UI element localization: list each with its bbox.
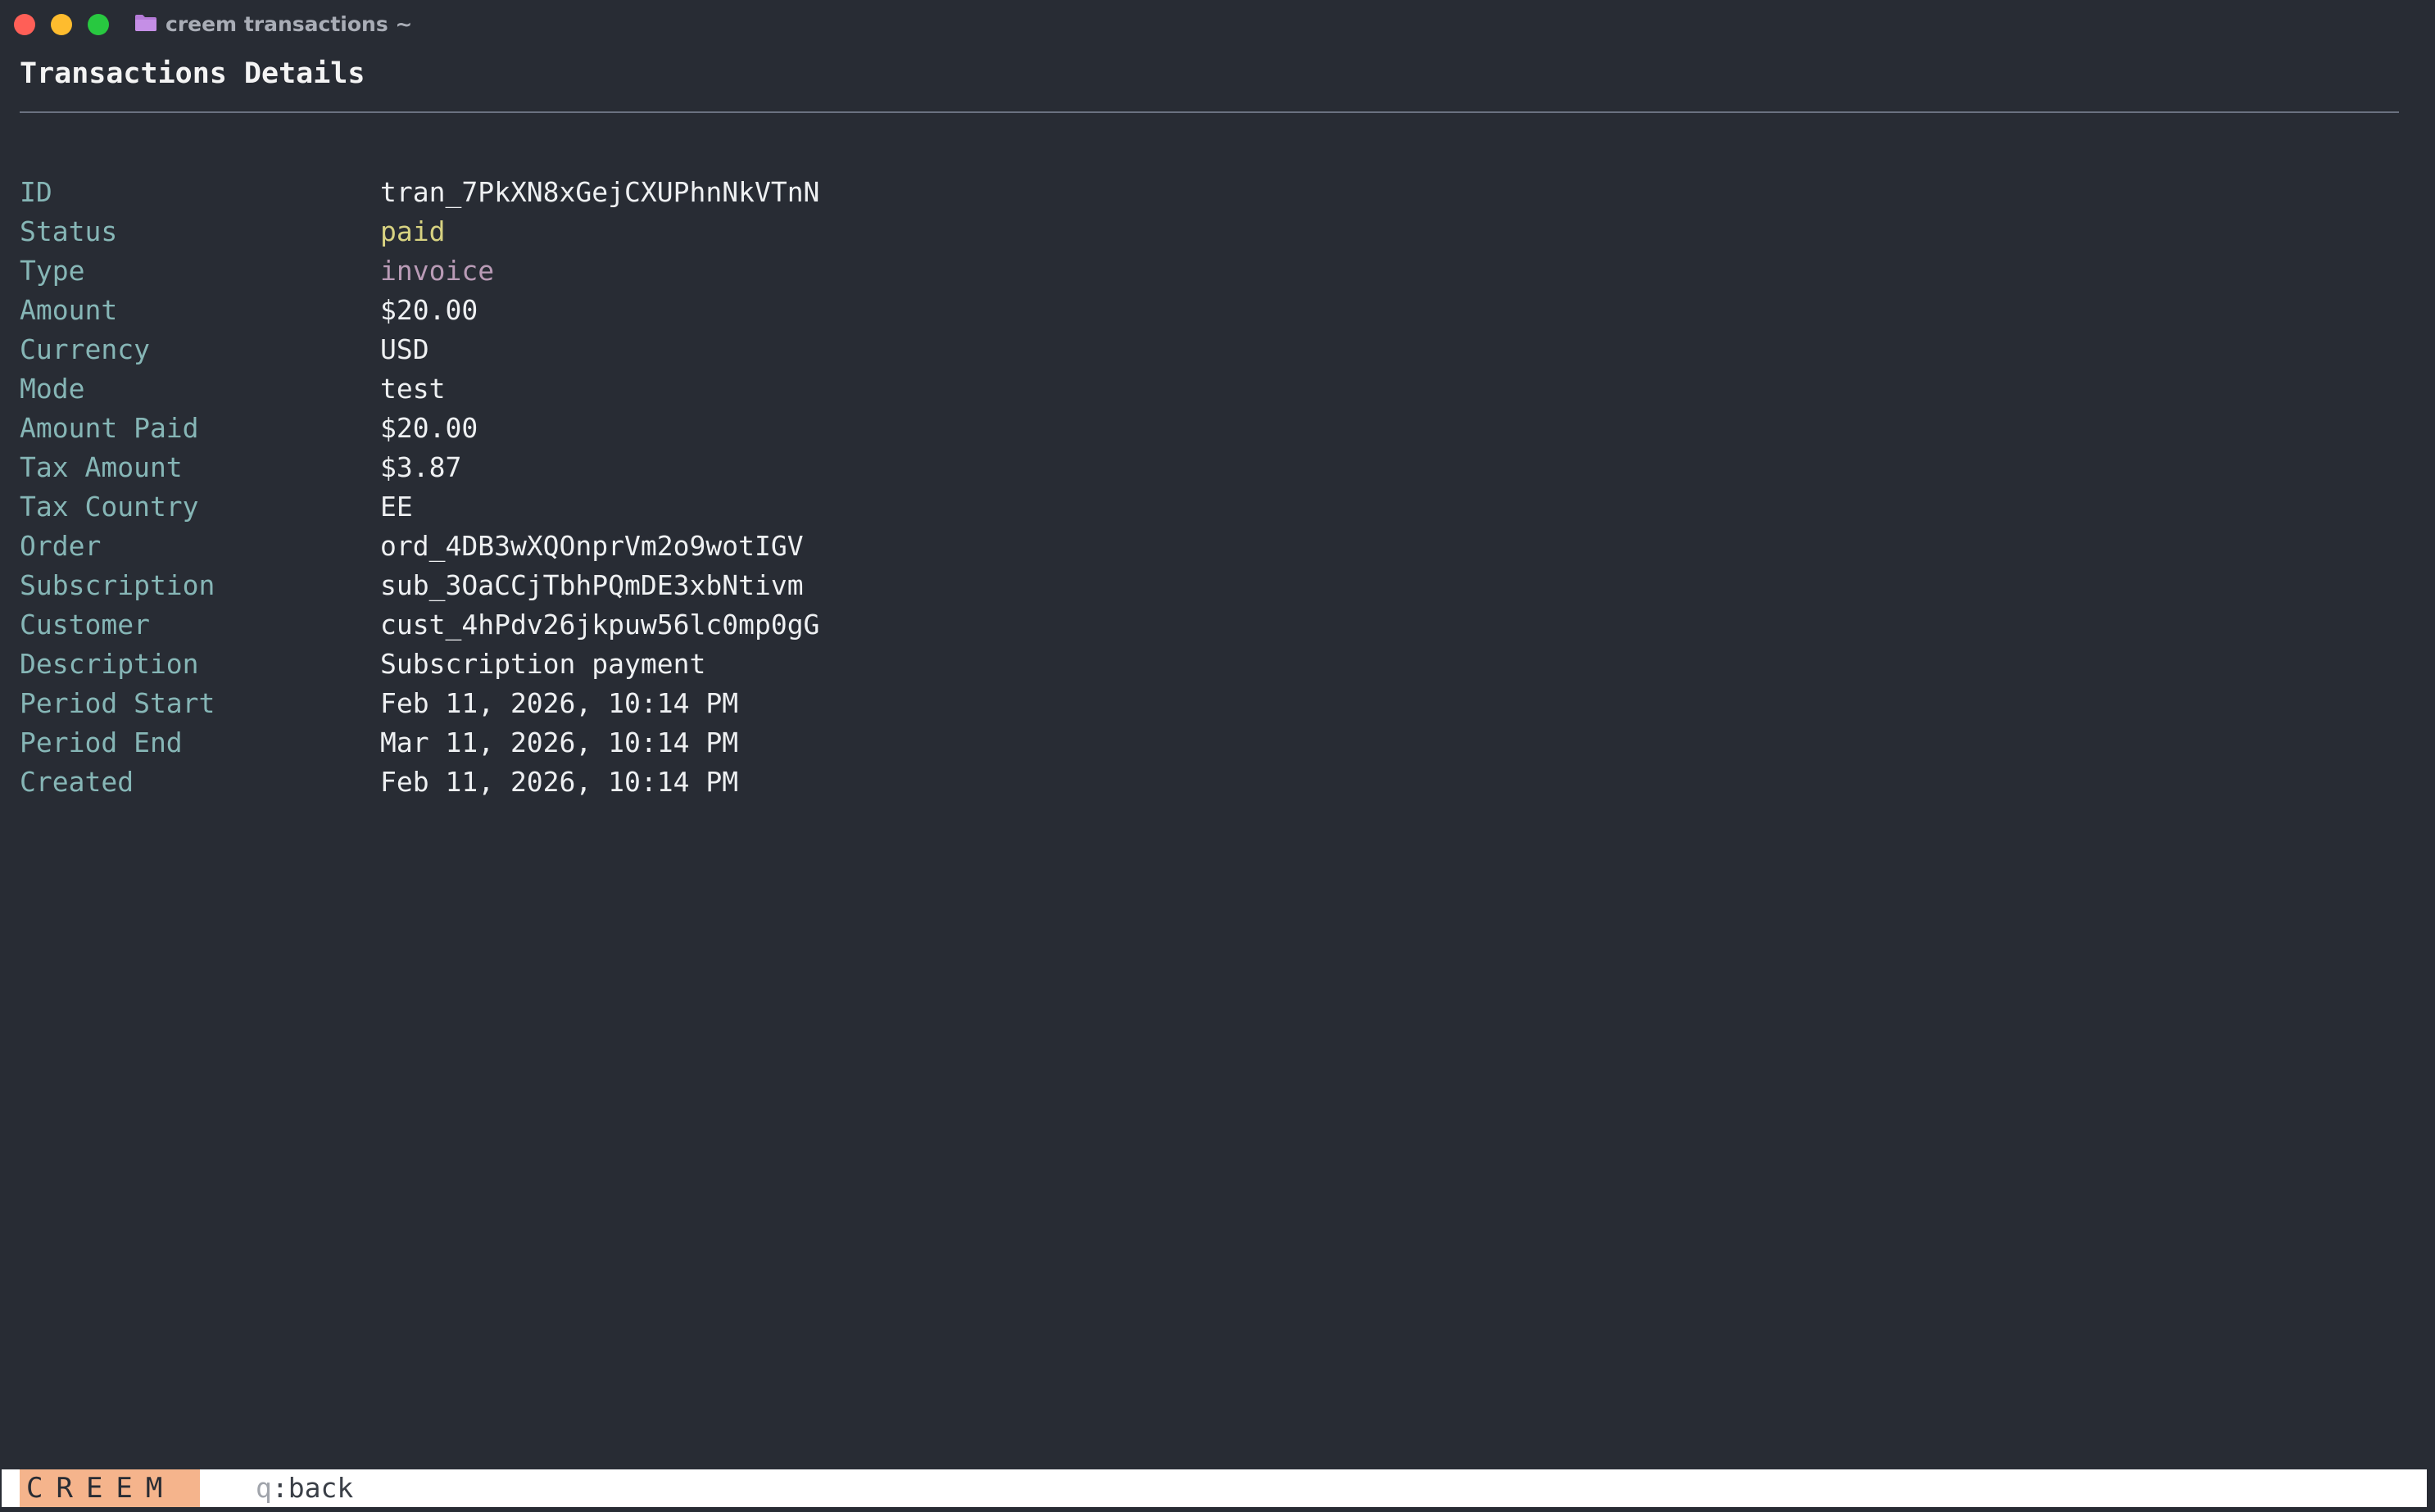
detail-label: Order (20, 529, 102, 562)
detail-value: $20.00 (380, 411, 478, 444)
detail-label: Tax Country (20, 490, 199, 523)
detail-label: Status (20, 215, 118, 247)
back-hint[interactable]: q:back (256, 1469, 353, 1507)
detail-label: ID (20, 175, 52, 208)
detail-value: EE (380, 490, 413, 523)
detail-row-status: Status paid (20, 211, 1658, 251)
transaction-details: ID tran_7PkXN8xGejCXUPhnNkVTnN Status pa… (20, 172, 1658, 801)
detail-value: Subscription payment (380, 647, 706, 680)
detail-value: Feb 11, 2026, 10:14 PM (380, 686, 739, 719)
detail-value: Feb 11, 2026, 10:14 PM (380, 765, 739, 798)
detail-value: Mar 11, 2026, 10:14 PM (380, 726, 739, 758)
detail-row-mode: Mode test (20, 369, 1658, 408)
folder-icon (135, 15, 156, 31)
page-title: Transactions Details (20, 57, 365, 90)
brand-badge: CREEM (20, 1469, 200, 1507)
detail-row-order: Order ord_4DB3wXQOnprVm2o9wotIGV (20, 526, 1658, 565)
detail-row-tax-amount: Tax Amount $3.87 (20, 447, 1658, 487)
detail-row-id: ID tran_7PkXN8xGejCXUPhnNkVTnN (20, 172, 1658, 211)
detail-value: $3.87 (380, 450, 462, 483)
detail-label: Period End (20, 726, 183, 758)
zoom-window-button[interactable] (88, 14, 109, 35)
detail-value: cust_4hPdv26jkpuw56lc0mp0gG (380, 608, 820, 641)
detail-row-subscription: Subscription sub_3OaCCjTbhPQmDE3xbNtivm (20, 565, 1658, 604)
hint-key: q (256, 1472, 272, 1504)
detail-label: Period Start (20, 686, 215, 719)
detail-value: USD (380, 333, 429, 365)
detail-row-customer: Customer cust_4hPdv26jkpuw56lc0mp0gG (20, 604, 1658, 644)
status-value: paid (380, 215, 446, 247)
detail-label: Customer (20, 608, 150, 641)
detail-row-currency: Currency USD (20, 329, 1658, 369)
close-window-button[interactable] (14, 14, 35, 35)
detail-label: Tax Amount (20, 450, 183, 483)
detail-row-amount: Amount $20.00 (20, 290, 1658, 329)
detail-row-type: Type invoice (20, 251, 1658, 290)
detail-row-tax-country: Tax Country EE (20, 487, 1658, 526)
title-bar: creem transactions ~ (0, 0, 2435, 49)
detail-label: Amount Paid (20, 411, 199, 444)
detail-label: Description (20, 647, 199, 680)
detail-value: tran_7PkXN8xGejCXUPhnNkVTnN (380, 175, 820, 208)
detail-value: $20.00 (380, 293, 478, 326)
detail-row-period-start: Period Start Feb 11, 2026, 10:14 PM (20, 683, 1658, 722)
detail-label: Currency (20, 333, 150, 365)
detail-label: Type (20, 254, 85, 287)
minimize-window-button[interactable] (51, 14, 72, 35)
window-title: creem transactions ~ (166, 12, 413, 36)
detail-value: sub_3OaCCjTbhPQmDE3xbNtivm (380, 568, 804, 601)
detail-value: test (380, 372, 446, 405)
detail-row-created: Created Feb 11, 2026, 10:14 PM (20, 762, 1658, 801)
header-divider (20, 111, 2399, 113)
terminal-window: creem transactions ~ Transactions Detail… (0, 0, 2435, 1512)
detail-value: ord_4DB3wXQOnprVm2o9wotIGV (380, 529, 804, 562)
detail-label: Mode (20, 372, 85, 405)
detail-label: Created (20, 765, 134, 798)
detail-label: Amount (20, 293, 118, 326)
detail-row-amount-paid: Amount Paid $20.00 (20, 408, 1658, 447)
type-value: invoice (380, 254, 495, 287)
detail-row-period-end: Period End Mar 11, 2026, 10:14 PM (20, 722, 1658, 762)
detail-label: Subscription (20, 568, 215, 601)
status-bar: CREEM q:back (0, 1469, 2427, 1507)
detail-row-description: Description Subscription payment (20, 644, 1658, 683)
hint-action: :back (271, 1472, 354, 1504)
